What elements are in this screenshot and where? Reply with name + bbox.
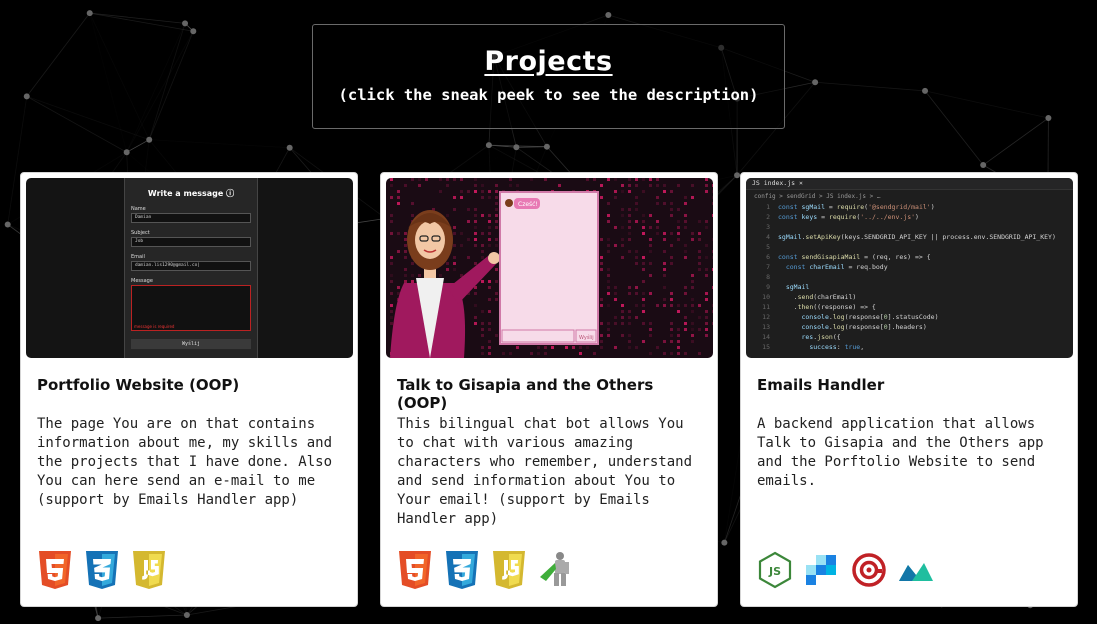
form-title: Write a message ⓘ bbox=[147, 189, 235, 198]
contact-form-preview: Write a message ⓘ Name Damian Subject Jo… bbox=[124, 178, 258, 358]
email-field: damian.lis1290@gmail.co| bbox=[131, 261, 251, 271]
sendgrid-icon bbox=[806, 555, 836, 585]
hero-icon bbox=[540, 552, 569, 586]
email-label: Email bbox=[131, 254, 145, 260]
sneak-peek-emails-handler[interactable]: JS index.js × config > sendGrid > JS ind… bbox=[746, 178, 1073, 358]
page-subtitle: (click the sneak peek to see the descrip… bbox=[338, 86, 759, 104]
project-title: Emails Handler bbox=[757, 376, 885, 394]
mailjet-icon bbox=[899, 563, 933, 581]
tech-icons bbox=[397, 551, 574, 589]
javascript-icon bbox=[133, 551, 165, 589]
html5-icon bbox=[399, 551, 431, 589]
tech-icons: JS bbox=[757, 551, 934, 589]
nodejs-icon: JS bbox=[758, 551, 792, 589]
message-label: Message bbox=[131, 278, 153, 284]
html5-icon bbox=[39, 551, 71, 589]
project-description: A backend application that allows Talk t… bbox=[757, 416, 1044, 489]
projects-header: Projects (click the sneak peek to see th… bbox=[312, 24, 785, 129]
project-card-gisapia: Cześć! Wyślij Talk to Gisapia and the Ot… bbox=[380, 172, 718, 607]
mailgun-icon bbox=[852, 553, 886, 587]
css3-icon bbox=[86, 551, 118, 589]
sneak-peek-gisapia[interactable]: Cześć! Wyślij bbox=[386, 178, 713, 358]
chat-app-preview: Cześć! Wyślij bbox=[386, 178, 713, 358]
tech-icons bbox=[37, 551, 167, 589]
css3-icon bbox=[446, 551, 478, 589]
chat-bubble-text: Cześć! bbox=[518, 201, 538, 208]
subject-label: Subject bbox=[131, 230, 150, 236]
project-description: This bilingual chat bot allows You to ch… bbox=[397, 416, 693, 527]
page-title: Projects bbox=[484, 46, 613, 77]
project-title: Talk to Gisapia and the Others (OOP) bbox=[397, 376, 654, 412]
project-card-portfolio: Write a message ⓘ Name Damian Subject Jo… bbox=[20, 172, 358, 607]
editor-tab: JS index.js × bbox=[746, 178, 1073, 190]
javascript-icon bbox=[493, 551, 525, 589]
subject-field: Job bbox=[131, 237, 251, 247]
name-field: Damian bbox=[131, 213, 251, 223]
chat-send-label: Wyślij bbox=[579, 334, 594, 341]
code-preview: 1 const sgMail = require('@sendgrid/mail'… bbox=[762, 203, 1056, 351]
svg-text:JS: JS bbox=[768, 565, 781, 578]
message-field: message is required bbox=[131, 285, 251, 331]
project-title: Portfolio Website (OOP) bbox=[37, 376, 240, 394]
sneak-peek-portfolio[interactable]: Write a message ⓘ Name Damian Subject Jo… bbox=[26, 178, 353, 358]
editor-breadcrumb: config > sendGrid > JS index.js > … bbox=[754, 193, 881, 200]
project-card-emails-handler: JS index.js × config > sendGrid > JS ind… bbox=[740, 172, 1078, 607]
send-button-preview: Wyślij bbox=[131, 339, 251, 349]
project-description: The page You are on that contains inform… bbox=[37, 416, 333, 508]
name-label: Name bbox=[131, 206, 146, 212]
error-text: message is required bbox=[134, 324, 175, 329]
